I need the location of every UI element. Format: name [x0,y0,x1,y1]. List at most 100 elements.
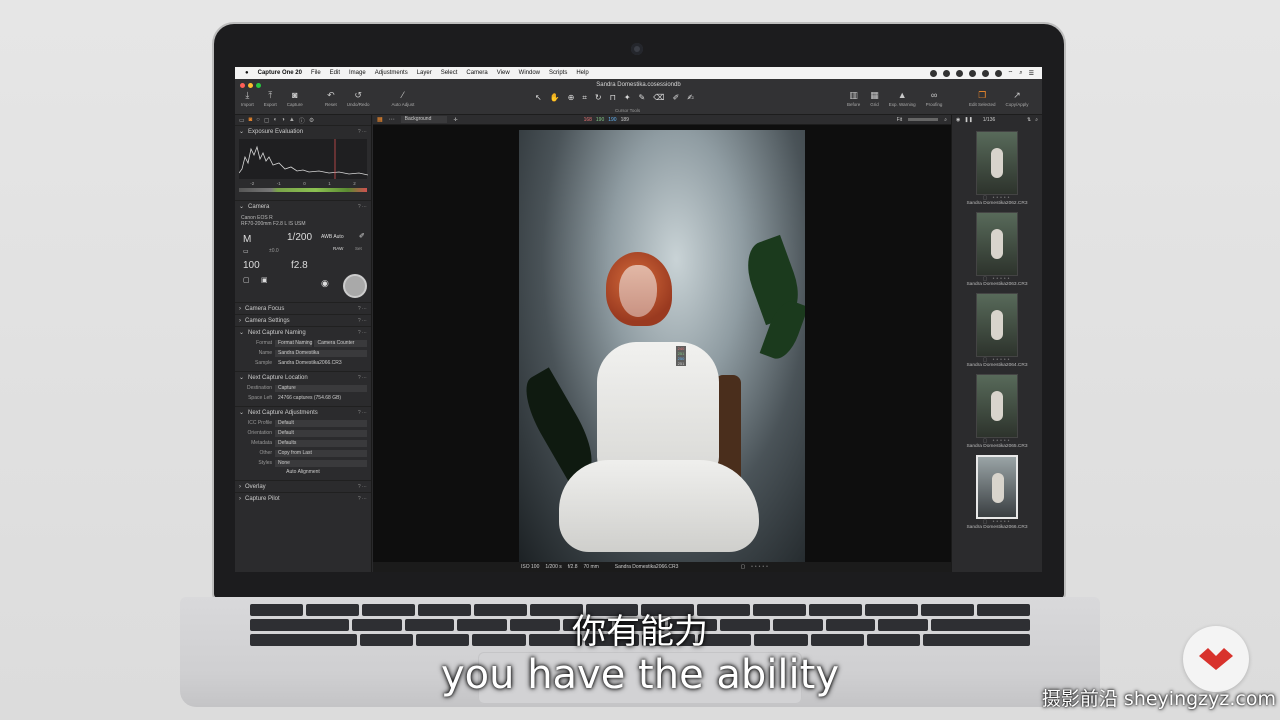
camera-header[interactable]: ⌄ Camera ? ⋯ [235,200,371,212]
capture-shutter-button[interactable] [343,274,367,298]
thumbnail[interactable]: ▢ ••••• Sandra Domestika2064.CR3 [954,293,1040,368]
add-icon[interactable]: ⋯ [389,116,395,123]
export-button[interactable]: ⤒ Export [264,91,277,108]
camera-focus-header[interactable]: › Camera Focus ? ⋯ [235,302,371,314]
white-balance[interactable]: AWB Auto [321,234,344,240]
reset-button[interactable]: ↶ Reset [325,91,337,108]
next-capture-adjustments-header[interactable]: ⌄ Next Capture Adjustments ? ⋯ [235,406,371,418]
live-button-icon[interactable]: ◉ [321,278,329,289]
format-token[interactable]: Camera Counter [314,339,367,347]
next-capture-location-header[interactable]: ⌄ Next Capture Location ? ⋯ [235,371,371,383]
zoom-tool-icon[interactable]: ⊕ [568,93,575,103]
lens-tab-icon[interactable]: ○ [256,117,260,123]
help-icon[interactable]: ? ⋯ [358,375,367,381]
annotate-tool-icon[interactable]: ✍ [687,93,694,103]
thumbnail[interactable]: ▢ ••••• Sandra Domestika2065.CR3 [954,374,1040,449]
color-tab-icon[interactable]: ◐ [274,117,278,123]
destination-select[interactable]: Capture [275,384,367,392]
menu-edit[interactable]: Edit [330,70,340,76]
settings-tab-icon[interactable]: ⚙ [309,117,314,124]
capture-pilot-header[interactable]: › Capture Pilot ? ⋯ [235,492,371,504]
exposure-compensation[interactable]: ±0.0 [269,248,279,254]
search-icon[interactable]: ⌕ [1019,70,1022,77]
format-token[interactable]: Format Naming [275,339,313,347]
rating-stars[interactable]: ••••• [751,564,770,570]
eye-icon[interactable]: ◉ [956,117,960,123]
status-icon[interactable] [968,69,976,77]
capture-tab-icon[interactable]: ◙ [249,117,253,123]
eraser-tool-icon[interactable]: ⌫ [653,93,664,103]
keystone-tool-icon[interactable]: ⊓ [610,93,616,103]
undo-redo-button[interactable]: ↺ Undo/Redo [347,91,370,108]
iso-value[interactable]: 100 [243,260,260,271]
live-view-icon[interactable]: ▣ [261,276,268,284]
help-icon[interactable]: ? ⋯ [358,204,367,210]
folder-tab-icon[interactable]: ▭ [239,117,245,124]
plus-icon[interactable]: ✛ [453,117,457,123]
sort-icon[interactable]: ⇅ [1027,117,1031,123]
layout-icon[interactable]: ▦ [377,116,383,123]
icc-profile-select[interactable]: Default [275,419,367,427]
brush-tool-icon[interactable]: ✎ [639,93,646,103]
eyedropper-icon[interactable]: ✐ [359,232,365,240]
auto-adjust-button[interactable]: ⁄ Auto Adjust [392,91,415,108]
metadata-select[interactable]: Defaults [275,439,367,447]
background-preset-select[interactable]: Background [400,116,448,123]
overlay-header[interactable]: › Overlay ? ⋯ [235,480,371,492]
zoom-fit[interactable]: Fit [897,117,903,123]
control-center-icon[interactable]: ☰ [1029,70,1034,77]
search-icon[interactable]: ⌕ [944,117,951,123]
search-icon[interactable]: ⌕ [1035,117,1038,123]
status-icon[interactable] [981,69,989,77]
menu-window[interactable]: Window [519,70,540,76]
menu-file[interactable]: File [311,70,321,76]
status-icon[interactable] [929,69,937,77]
menu-help[interactable]: Help [576,70,588,76]
spot-tool-icon[interactable]: ✦ [624,93,631,103]
drive-mode-icon[interactable]: ▢ [243,276,250,284]
thumbnail[interactable]: ▢ ••••• Sandra Domestika2063.CR3 [954,212,1040,287]
hand-tool-icon[interactable]: ✋ [550,93,560,103]
picker-tool-icon[interactable]: ✐ [673,93,680,103]
menu-view[interactable]: View [497,70,510,76]
status-icon[interactable] [994,69,1002,77]
wb-set-button[interactable]: Set [355,246,362,251]
exposure-evaluation-header[interactable]: ⌄ Exposure Evaluation ? ⋯ [235,125,371,137]
pointer-tool-icon[interactable]: ↖ [535,93,542,103]
details-tab-icon[interactable]: ▲ [289,117,295,123]
menu-app-name[interactable]: Capture One 20 [258,70,302,76]
zoom-slider[interactable] [908,118,939,121]
exposure-tab-icon[interactable]: ◑ [281,117,285,123]
checkbox-icon[interactable]: ▢ [740,564,745,570]
orientation-select[interactable]: Default [275,429,367,437]
before-button[interactable]: ▥ Before [847,91,860,108]
edit-selected-button[interactable]: ❐ Edit Selected [969,91,996,108]
help-icon[interactable]: ? ⋯ [358,129,367,135]
capture-button[interactable]: ◙ Capture [287,91,303,108]
menu-scripts[interactable]: Scripts [549,70,567,76]
other-select[interactable]: Copy from Last [275,449,367,457]
status-icon[interactable] [942,69,950,77]
help-icon[interactable]: ? ⋯ [358,306,367,312]
status-icon[interactable] [955,69,963,77]
composition-tab-icon[interactable]: ▢ [264,117,270,124]
camera-settings-header[interactable]: › Camera Settings ? ⋯ [235,314,371,326]
styles-select[interactable]: None [275,459,367,467]
name-field[interactable]: Sandra Domestika [275,349,367,357]
menu-camera[interactable]: Camera [466,70,487,76]
menu-layer[interactable]: Layer [417,70,432,76]
pause-icon[interactable]: ❚❚ [964,117,972,123]
apple-icon[interactable]: ● [245,70,249,76]
crop-tool-icon[interactable]: ⌗ [582,93,587,103]
aperture-value[interactable]: f2.8 [291,260,308,271]
next-capture-naming-header[interactable]: ⌄ Next Capture Naming ? ⋯ [235,326,371,338]
menu-image[interactable]: Image [349,70,366,76]
grid-button[interactable]: ▦ Grid [870,91,879,108]
exposure-warning-button[interactable]: ▲ Exp. Warning [889,91,916,108]
file-format[interactable]: RAW [333,246,343,251]
help-icon[interactable]: ? ⋯ [358,484,367,490]
help-icon[interactable]: ? ⋯ [358,496,367,502]
menu-select[interactable]: Select [441,70,458,76]
copy-apply-button[interactable]: ↗ Copy/Apply [1006,91,1029,108]
rotate-tool-icon[interactable]: ↻ [595,93,602,103]
